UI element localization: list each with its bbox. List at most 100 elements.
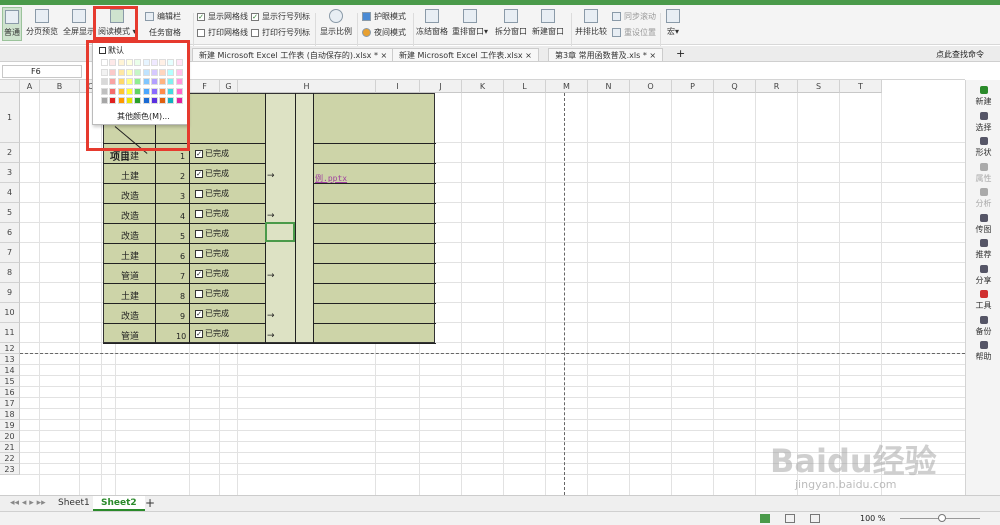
status-checkbox-cell[interactable]: ✓ 已完成	[195, 308, 229, 319]
row-header-20[interactable]: 20	[0, 431, 20, 442]
column-header-o[interactable]: O	[630, 80, 672, 93]
row-header-4[interactable]: 4	[0, 183, 20, 203]
show-gridlines-checkbox[interactable]: ✓ 显示网格线	[197, 11, 248, 22]
preview-status-icon[interactable]	[810, 514, 820, 523]
reset-position-button[interactable]: 重设位置	[612, 27, 656, 38]
add-tab-button[interactable]: +	[676, 47, 685, 60]
column-header-l[interactable]: L	[504, 80, 546, 93]
status-checkbox-cell[interactable]: ✓ 已完成	[195, 148, 229, 159]
column-header-i[interactable]: I	[376, 80, 420, 93]
page-preview-button[interactable]: 分页预览	[26, 9, 58, 37]
checked-box-icon[interactable]: ✓	[195, 329, 203, 338]
doc-tab-1[interactable]: 新建 Microsoft Excel 工作表 (自动保存的).xlsx * ×	[192, 48, 395, 61]
task-pane-toggle[interactable]: 任务窗格	[145, 27, 181, 38]
row-header-7[interactable]: 7	[0, 243, 20, 263]
column-header-n[interactable]: N	[588, 80, 630, 93]
row-header-10[interactable]: 10	[0, 303, 20, 323]
fullscreen-button[interactable]: 全屏显示	[63, 9, 95, 37]
column-header-g[interactable]: G	[220, 80, 238, 93]
unchecked-box-icon[interactable]	[195, 229, 203, 238]
status-checkbox-cell[interactable]: ✓ 已完成	[195, 328, 229, 339]
zoom-ratio-button[interactable]: 显示比例	[320, 9, 352, 37]
sync-scroll-button[interactable]: 同步滚动	[612, 11, 656, 22]
side-panel-recommend[interactable]: 推荐	[966, 239, 1000, 260]
row-header-13[interactable]: 13	[0, 354, 20, 365]
column-header-h[interactable]: H	[238, 80, 376, 93]
row-header-15[interactable]: 15	[0, 376, 20, 387]
split-window-button[interactable]: 拆分窗口	[495, 9, 527, 37]
row-header-16[interactable]: 16	[0, 387, 20, 398]
checked-box-icon[interactable]: ✓	[195, 149, 203, 158]
edit-bar-toggle[interactable]: 编辑栏	[145, 11, 181, 22]
sheet-tab-1[interactable]: Sheet1	[50, 496, 99, 511]
side-panel-analysis[interactable]: 分析	[966, 188, 1000, 209]
row-header-11[interactable]: 11	[0, 323, 20, 343]
side-by-side-button[interactable]: 并排比较	[575, 9, 607, 37]
row-header-12[interactable]: 12	[0, 343, 20, 354]
row-header-3[interactable]: 3	[0, 163, 20, 183]
page-view-status-icon[interactable]	[785, 514, 795, 523]
column-header-a[interactable]: A	[20, 80, 40, 93]
status-checkbox-cell[interactable]: 已完成	[195, 208, 229, 219]
night-mode-button[interactable]: 夜间模式	[362, 27, 406, 38]
show-rowcol-checkbox[interactable]: ✓ 显示行号列标	[251, 11, 310, 22]
column-header-j[interactable]: J	[420, 80, 462, 93]
column-header-m[interactable]: M	[546, 80, 588, 93]
unchecked-box-icon[interactable]	[195, 189, 203, 198]
column-header-b[interactable]: B	[40, 80, 80, 93]
unchecked-box-icon[interactable]	[195, 289, 203, 298]
macro-button[interactable]: 宏▾	[666, 9, 680, 37]
add-sheet-button[interactable]: +	[137, 496, 163, 511]
column-header-k[interactable]: K	[462, 80, 504, 93]
find-command[interactable]: 点此查找命令	[936, 49, 984, 60]
side-panel-image[interactable]: 传图	[966, 213, 1000, 235]
side-panel-share[interactable]: 分享	[966, 264, 1000, 286]
normal-view-button[interactable]: 普通	[2, 7, 22, 41]
status-checkbox-cell[interactable]: 已完成	[195, 248, 229, 259]
name-box[interactable]: F6	[2, 65, 82, 78]
status-checkbox-cell[interactable]: ✓ 已完成	[195, 268, 229, 279]
row-header-18[interactable]: 18	[0, 409, 20, 420]
side-panel-help[interactable]: 帮助	[966, 341, 1000, 362]
side-panel-new[interactable]: 新建	[966, 86, 1000, 107]
print-gridlines-checkbox[interactable]: 打印网格线	[197, 27, 248, 38]
rearrange-windows-button[interactable]: 重排窗口▾	[452, 9, 488, 37]
side-panel-shape[interactable]: 形状	[966, 137, 1000, 158]
column-header-f[interactable]: F	[190, 80, 220, 93]
status-checkbox-cell[interactable]: ✓ 已完成	[195, 168, 229, 179]
row-header-8[interactable]: 8	[0, 263, 20, 283]
side-panel-backup[interactable]: 备份	[966, 315, 1000, 337]
side-panel-property[interactable]: 属性	[966, 162, 1000, 184]
eye-mode-button[interactable]: 护眼模式	[362, 11, 406, 22]
column-header-t[interactable]: T	[840, 80, 882, 93]
row-header-2[interactable]: 2	[0, 143, 20, 163]
row-header-17[interactable]: 17	[0, 398, 20, 409]
hyperlink-cell[interactable]: 例.pptx	[315, 173, 347, 184]
select-all-corner[interactable]	[0, 80, 20, 93]
status-checkbox-cell[interactable]: 已完成	[195, 228, 229, 239]
zoom-slider-handle[interactable]	[938, 514, 946, 522]
checked-box-icon[interactable]: ✓	[195, 309, 203, 318]
row-header-6[interactable]: 6	[0, 223, 20, 243]
column-header-q[interactable]: Q	[714, 80, 756, 93]
checked-box-icon[interactable]: ✓	[195, 269, 203, 278]
row-header-9[interactable]: 9	[0, 283, 20, 303]
status-checkbox-cell[interactable]: 已完成	[195, 288, 229, 299]
row-header-1[interactable]: 1	[0, 93, 20, 143]
row-header-19[interactable]: 19	[0, 420, 20, 431]
row-header-23[interactable]: 23	[0, 464, 20, 475]
freeze-panes-button[interactable]: 冻结窗格	[416, 9, 448, 37]
side-panel-select[interactable]: 选择	[966, 111, 1000, 133]
column-header-p[interactable]: P	[672, 80, 714, 93]
side-panel-tools[interactable]: 工具	[966, 290, 1000, 311]
row-header-22[interactable]: 22	[0, 453, 20, 464]
sheet-nav-arrows[interactable]: ◂◂ ◂ ▸ ▸▸	[2, 496, 54, 511]
row-header-21[interactable]: 21	[0, 442, 20, 453]
checked-box-icon[interactable]: ✓	[195, 169, 203, 178]
row-header-5[interactable]: 5	[0, 203, 20, 223]
print-rowcol-checkbox[interactable]: 打印行号列标	[251, 27, 310, 38]
selected-cell-f6[interactable]	[265, 222, 295, 242]
doc-tab-2[interactable]: 新建 Microsoft Excel 工作表.xlsx ×	[392, 48, 539, 61]
unchecked-box-icon[interactable]	[195, 209, 203, 218]
doc-tab-3[interactable]: 第3章 常用函数普及.xls * ×	[548, 48, 664, 61]
